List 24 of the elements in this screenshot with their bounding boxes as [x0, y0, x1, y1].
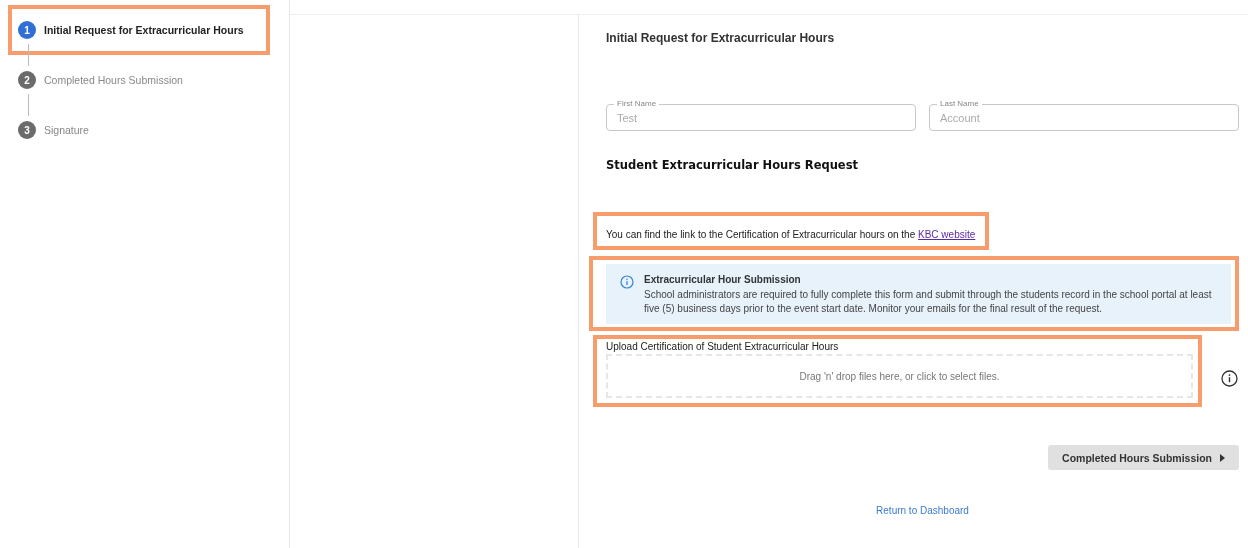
section-heading: Student Extracurricular Hours Request [606, 158, 859, 172]
file-dropzone[interactable]: Drag 'n' drop files here, or click to select files. [606, 354, 1193, 398]
step-item[interactable]: 3 Signature [12, 109, 274, 151]
info-icon[interactable] [1221, 369, 1238, 387]
website-link[interactable]: KBC website [918, 229, 976, 240]
step-label: Signature [44, 124, 89, 136]
upload-label: Upload Certification of Student Extracurricular Hours [606, 341, 840, 352]
step-label: Completed Hours Submission [44, 74, 183, 86]
field-label: Last Name [937, 99, 982, 109]
form-title: Initial Request for Extracurricular Hours [606, 31, 836, 47]
step-label: Initial Request for Extracurricular Hours [44, 24, 244, 36]
alert-title: Extracurricular Hour Submission [644, 274, 802, 285]
info-icon [620, 275, 634, 289]
caret-icon [1220, 453, 1225, 462]
step-item[interactable]: 2 Completed Hours Submission [12, 59, 274, 101]
step-number: 1 [18, 21, 36, 39]
alert-body: School administrators are required to fully complete this form and submit through the students record in the school portal at least five (5) business days prior to the event start date. Monitor your emails for the final result of the request. [644, 288, 1213, 316]
next-step-button[interactable]: Completed Hours Submission [1048, 445, 1239, 470]
return-link[interactable]: Return to Dashboard [876, 505, 969, 516]
link-note: You can find the link to the Certification of Extracurricular hours on the KBC website [606, 229, 976, 240]
step-item[interactable]: 1 Initial Request for Extracurricular Hours [12, 9, 274, 51]
step-number: 2 [18, 71, 36, 89]
step-number: 3 [18, 121, 36, 139]
field-label: First Name [614, 99, 660, 109]
